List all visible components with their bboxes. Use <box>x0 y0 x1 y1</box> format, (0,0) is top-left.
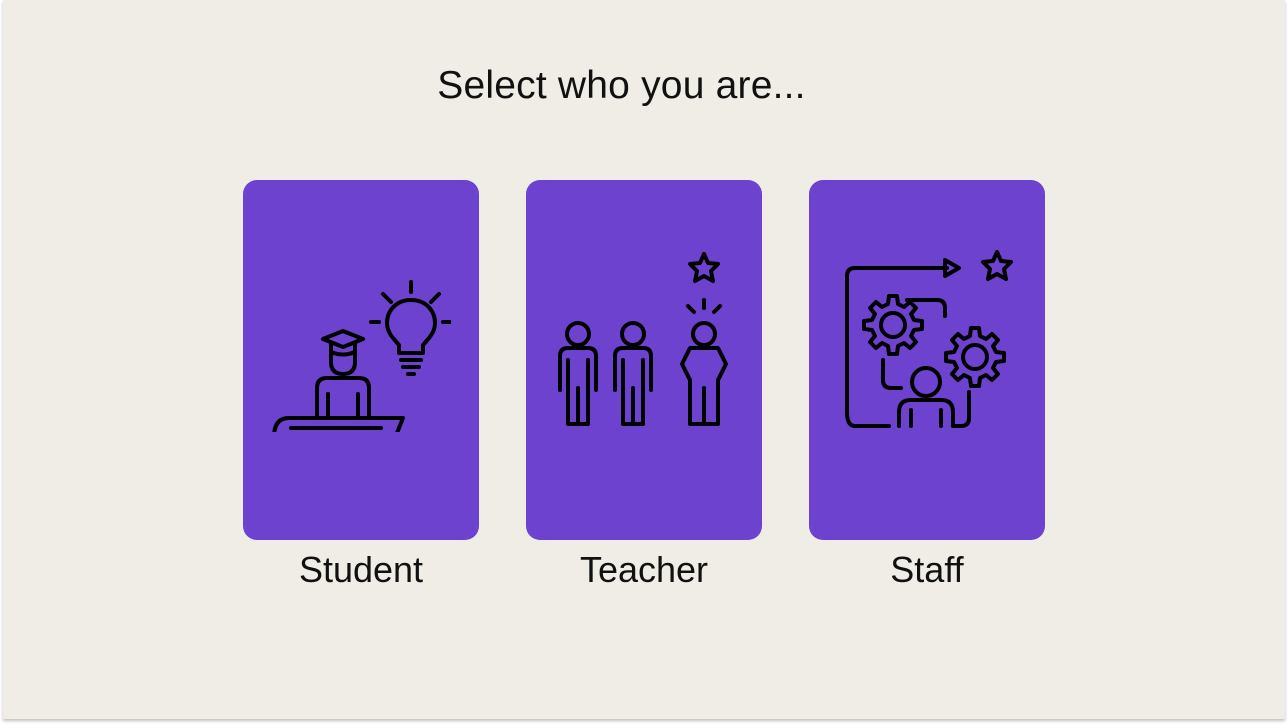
teacher-card[interactable] <box>526 180 762 540</box>
student-card[interactable] <box>243 180 479 540</box>
student-option[interactable]: Student <box>243 180 479 591</box>
teacher-label: Teacher <box>579 549 709 590</box>
staff-label: Staff <box>890 549 964 590</box>
teacher-option[interactable]: Teacher <box>526 180 762 591</box>
role-selection-screen: Select who you are... Student Teacher St… <box>3 0 1285 719</box>
teacher-star-icon <box>558 252 728 426</box>
student-book-lightbulb-icon <box>272 280 451 432</box>
page-title: Select who you are... <box>437 64 806 107</box>
staff-option[interactable]: Staff <box>809 180 1045 591</box>
staff-card[interactable] <box>809 180 1045 540</box>
student-label: Student <box>298 549 424 590</box>
staff-gears-icon <box>845 250 1013 428</box>
